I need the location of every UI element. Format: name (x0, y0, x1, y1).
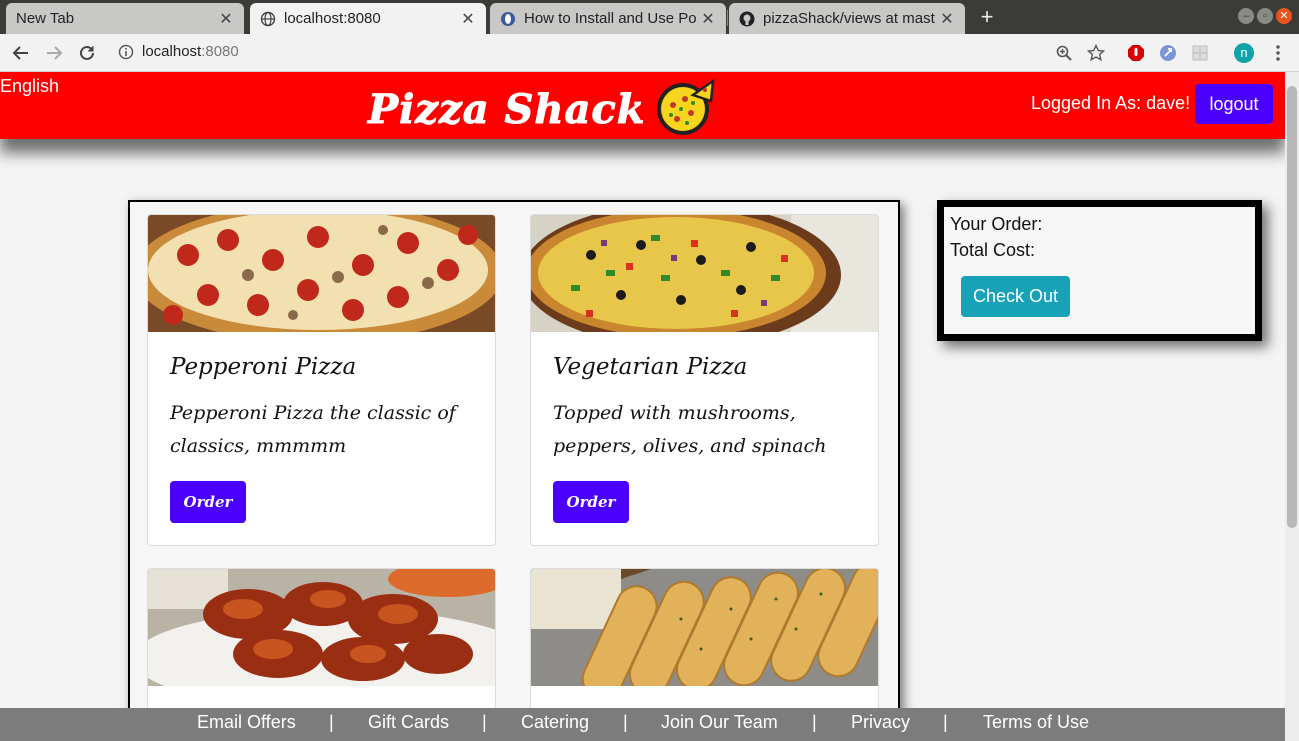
menu-dots-icon[interactable] (1268, 43, 1288, 63)
url-port: :8080 (201, 43, 239, 60)
footer-separator: | (943, 712, 948, 732)
profile-avatar[interactable]: n (1234, 43, 1254, 63)
info-icon[interactable] (118, 44, 134, 60)
menu-item-description: Pepperoni Pizza the classic of classics,… (170, 402, 456, 457)
close-icon[interactable]: ✕ (939, 9, 955, 29)
tab-new-tab[interactable]: New Tab ✕ (6, 3, 244, 34)
footer-link-catering[interactable]: Catering (521, 712, 589, 733)
extension-grid-icon[interactable] (1190, 43, 1210, 63)
your-order-label: Your Order: (950, 214, 1043, 234)
footer-separator: | (623, 712, 628, 732)
profile-initial: n (1234, 43, 1254, 63)
vegetarian-pizza-photo (531, 215, 878, 347)
menu-card-pepperoni: Pepperoni Pizza Pepperoni Pizza the clas… (147, 214, 496, 546)
github-icon (739, 11, 755, 27)
close-icon[interactable]: ✕ (218, 9, 234, 29)
window-close-icon[interactable]: ✕ (1276, 8, 1292, 24)
footer-link-email-offers[interactable]: Email Offers (197, 712, 296, 733)
footer-link-privacy[interactable]: Privacy (851, 712, 910, 733)
order-summary-panel: Your Order: Total Cost: Check Out (937, 200, 1262, 341)
tab-title: localhost:8080 (284, 10, 381, 27)
zoom-icon[interactable] (1054, 43, 1074, 63)
total-cost-label: Total Cost: (950, 240, 1036, 260)
checkout-button[interactable]: Check Out (961, 276, 1070, 317)
tab-title: pizzaShack/views at mast (763, 10, 935, 27)
footer-link-join-our-team[interactable]: Join Our Team (661, 712, 778, 733)
browser-toolbar: localhost:8080 n (0, 34, 1299, 72)
logout-button[interactable]: logout (1195, 84, 1273, 124)
minimize-icon[interactable]: – (1238, 8, 1254, 24)
footer-separator: | (812, 712, 817, 732)
address-bar[interactable]: localhost:8080 (142, 43, 239, 60)
back-arrow-icon[interactable] (9, 41, 33, 65)
brand-logo-text[interactable]: Pizza Shack (368, 86, 646, 134)
new-tab-button[interactable]: + (976, 5, 998, 29)
menu-item-description: Topped with mushrooms, peppers, olives, … (553, 402, 827, 457)
language-selector[interactable]: English (0, 76, 59, 97)
site-header: English Pizza Shack Logged In As: dave! … (0, 72, 1285, 139)
footer-separator: | (482, 712, 487, 732)
close-icon[interactable]: ✕ (700, 9, 716, 29)
reload-icon[interactable] (75, 41, 99, 65)
footer-link-gift-cards[interactable]: Gift Cards (368, 712, 449, 733)
postgres-icon (500, 11, 516, 27)
site-footer: Email Offers | Gift Cards | Catering | J… (0, 708, 1285, 741)
adblock-icon[interactable] (1126, 43, 1146, 63)
pepperoni-pizza-photo (148, 215, 495, 343)
order-button[interactable]: Order (170, 481, 246, 523)
logged-in-user-text: Logged In As: dave! (1031, 93, 1191, 113)
maximize-icon[interactable]: ▫ (1257, 8, 1273, 24)
tab-how-to-install[interactable]: How to Install and Use Po ✕ (490, 3, 726, 34)
menu-item-title: Pepperoni Pizza (170, 354, 357, 380)
tab-localhost[interactable]: localhost:8080 ✕ (250, 3, 486, 34)
breadsticks-photo (531, 569, 878, 700)
chicken-wings-photo (148, 569, 495, 709)
menu-item-title: Vegetarian Pizza (553, 354, 748, 380)
tab-title: How to Install and Use Po (524, 10, 697, 27)
footer-separator: | (329, 712, 334, 732)
tab-divider (727, 10, 728, 26)
star-icon[interactable] (1086, 43, 1106, 63)
order-button[interactable]: Order (553, 481, 629, 523)
globe-icon (260, 11, 276, 27)
menu-grid: Pepperoni Pizza Pepperoni Pizza the clas… (128, 200, 900, 741)
forward-arrow-icon[interactable] (42, 41, 66, 65)
tab-title: New Tab (16, 10, 75, 27)
menu-card-vegetarian: Vegetarian Pizza Topped with mushrooms, … (530, 214, 879, 546)
page-viewport: English Pizza Shack Logged In As: dave! … (0, 72, 1285, 741)
pizza-logo-icon (655, 75, 715, 137)
page-scrollbar[interactable] (1285, 72, 1299, 741)
browser-tab-strip: New Tab ✕ localhost:8080 ✕ How to Instal… (0, 0, 1299, 34)
close-icon[interactable]: ✕ (460, 9, 476, 29)
extension-icon[interactable] (1158, 43, 1178, 63)
scrollbar-thumb[interactable] (1287, 86, 1297, 528)
footer-link-terms-of-use[interactable]: Terms of Use (983, 712, 1089, 733)
tab-github-pizzashack[interactable]: pizzaShack/views at mast ✕ (729, 3, 965, 34)
url-host: localhost (142, 43, 202, 60)
